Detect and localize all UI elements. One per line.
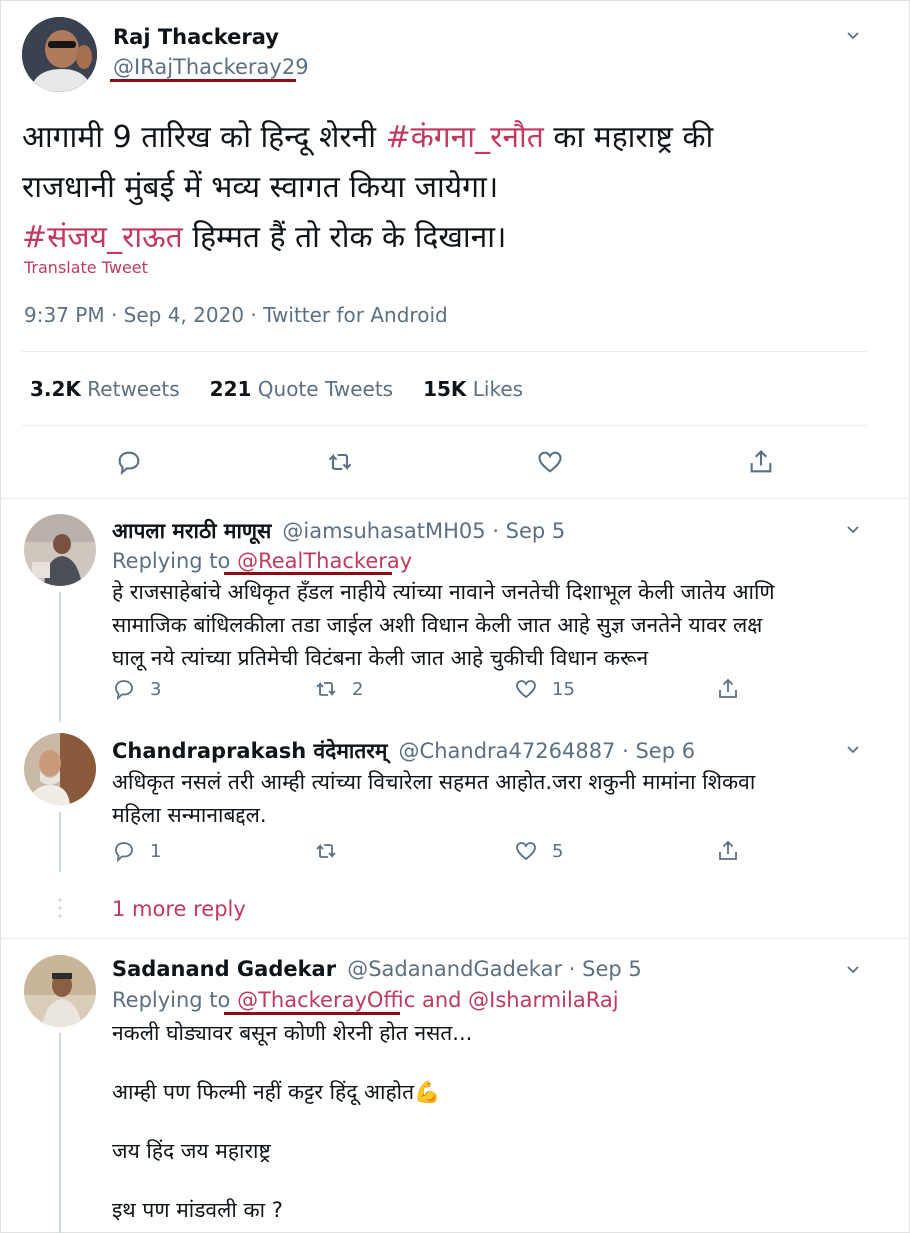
reply-text-line: हे राजसाहेबांचे अधिकृत हँडल नाहीये त्यां… [112,580,775,604]
reply-text-line: आम्ही पण फिल्मी नहीं कट्टर हिंदू आहोत💪 [112,1080,441,1104]
like-button[interactable]: 5 [514,839,563,863]
retweet-icon [316,681,336,697]
thread-dots [58,896,62,922]
reply-handle-date[interactable]: @iamsuhasatMH05 · Sep 5 [282,519,565,543]
divider [0,938,910,939]
reply-text-line: अधिकृत नसलं तरी आम्ही त्यांच्या विचारेला… [112,770,756,794]
tweet-text: आगामी 9 तारिख को हिन्दू शेरनी #कंगना_रनौ… [22,113,882,263]
like-count: 15 [552,678,575,700]
reply-icon [118,451,140,476]
retweets-count: 3.2K [30,377,81,401]
reply-author-name[interactable]: Sadanand Gadekar [112,957,336,981]
quotes-stat[interactable]: 221 Quote Tweets [210,377,393,401]
retweets-label: Retweets [87,377,180,401]
divider [22,425,867,426]
author-handle[interactable]: @IRajThackeray29 [113,55,309,79]
retweet-button[interactable] [314,839,352,863]
share-button[interactable] [716,677,740,701]
translate-tweet-link[interactable]: Translate Tweet [24,258,148,277]
reply-text-line: जय हिंद जय महाराष्ट्र [112,1139,271,1163]
reply-text: अधिकृत नसलं तरी आम्ही त्यांच्या विचारेला… [112,766,892,832]
reply-count: 3 [150,678,162,700]
tweet-text-segment: का महाराष्ट्र की [543,120,714,155]
annotation-underline [224,1012,400,1015]
reply-text: नकली घोड्यावर बसून कोणी शेरनी होत नसत...… [112,1017,892,1227]
reply-button[interactable]: 1 [112,839,161,863]
quotes-label: Quote Tweets [257,377,394,401]
reply-handle-date[interactable]: @SadanandGadekar · Sep 5 [347,957,642,981]
divider [22,351,867,352]
retweet-icon [316,843,336,859]
reply-text: हे राजसाहेबांचे अधिकृत हँडल नाहीये त्यां… [112,576,892,675]
thread-line [59,1033,61,1233]
retweet-icon [328,453,352,471]
tweet-text-segment: आगामी 9 तारिख को हिन्दू शेरनी [22,120,386,155]
author-name[interactable]: Raj Thackeray [113,25,279,49]
share-button[interactable] [716,839,740,863]
hashtag-link[interactable]: #संजय_राऊत [22,220,183,255]
avatar[interactable] [24,733,96,805]
show-more-replies-link[interactable]: 1 more reply [112,897,246,921]
share-icon [750,450,772,473]
avatar[interactable] [24,955,96,1027]
avatar[interactable] [22,17,97,92]
tweet-stats: 3.2K Retweets 221 Quote Tweets 15K Likes [30,377,523,401]
replying-to-label: Replying to [112,549,238,573]
thread-line [59,592,61,722]
reply-handle-date[interactable]: @Chandra47264887 · Sep 6 [399,739,696,763]
mention-link[interactable]: @ThackerayOffic and @IsharmilaRaj [237,988,618,1012]
tweet-text-segment: हिम्मत हैं तो रोक के दिखाना। [182,220,507,255]
likes-stat[interactable]: 15K Likes [423,377,523,401]
reply-icon [115,680,133,701]
reply-text-line: घालू नये त्यांच्या प्रतिमेची विटंबना केल… [112,646,649,670]
thread-line [59,812,61,872]
retweets-stat[interactable]: 3.2K Retweets [30,377,180,401]
share-icon [719,840,737,860]
heart-icon [538,451,562,473]
annotation-underline [224,572,392,575]
reply-count: 1 [150,840,162,862]
replying-to: Replying to @RealThackeray [112,549,412,573]
reply-header: आपला मराठी माणूस @iamsuhasatMH05 · Sep 5 [112,517,565,545]
annotation-underline [110,79,296,82]
hashtag-link[interactable]: #कंगना_रनौत [386,120,544,155]
chevron-down-icon[interactable] [846,522,860,536]
reply-author-name[interactable]: Chandraprakash वंदेमातरम् [112,739,387,763]
avatar[interactable] [24,514,96,586]
divider [0,498,910,499]
like-button[interactable] [536,448,564,476]
likes-label: Likes [472,377,524,401]
like-button[interactable]: 15 [514,677,575,701]
mention-link[interactable]: @RealThackeray [237,549,412,573]
retweet-button[interactable]: 2 [314,677,363,701]
chevron-down-icon[interactable] [846,28,860,42]
reply-button[interactable] [115,448,143,476]
reply-text-line: नकली घोड्यावर बसून कोणी शेरनी होत नसत... [112,1021,473,1045]
share-icon [719,678,737,698]
retweet-button[interactable] [326,448,354,476]
replying-to: Replying to @ThackerayOffic and @Isharmi… [112,988,619,1012]
replying-to-label: Replying to [112,988,238,1012]
reply-header: Chandraprakash वंदेमातरम् @Chandra472648… [112,737,695,765]
like-count: 5 [552,840,564,862]
reply-text-line: इथ पण मांडवली का ? [112,1198,283,1222]
chevron-down-icon[interactable] [846,742,860,756]
heart-icon [516,680,536,699]
tweet-text-segment: राजधानी मुंबई में भव्य स्वागत किया जायेग… [22,170,499,205]
reply-header: Sadanand Gadekar @SadanandGadekar · Sep … [112,957,642,981]
reply-button[interactable]: 3 [112,677,161,701]
reply-text-line: महिला सन्मानाबद्दल. [112,803,267,827]
likes-count: 15K [423,377,467,401]
reply-icon [115,842,133,863]
tweet-meta: 9:37 PM · Sep 4, 2020 · Twitter for Andr… [24,303,448,327]
reply-text-line: सामाजिक बांधिलकीला तडा जाईल अशी विधान के… [112,613,763,637]
chevron-down-icon[interactable] [846,962,860,976]
retweet-count: 2 [352,678,364,700]
share-button[interactable] [747,448,775,476]
reply-author-name[interactable]: आपला मराठी माणूस [112,519,271,543]
heart-icon [516,842,536,861]
quotes-count: 221 [209,377,252,401]
